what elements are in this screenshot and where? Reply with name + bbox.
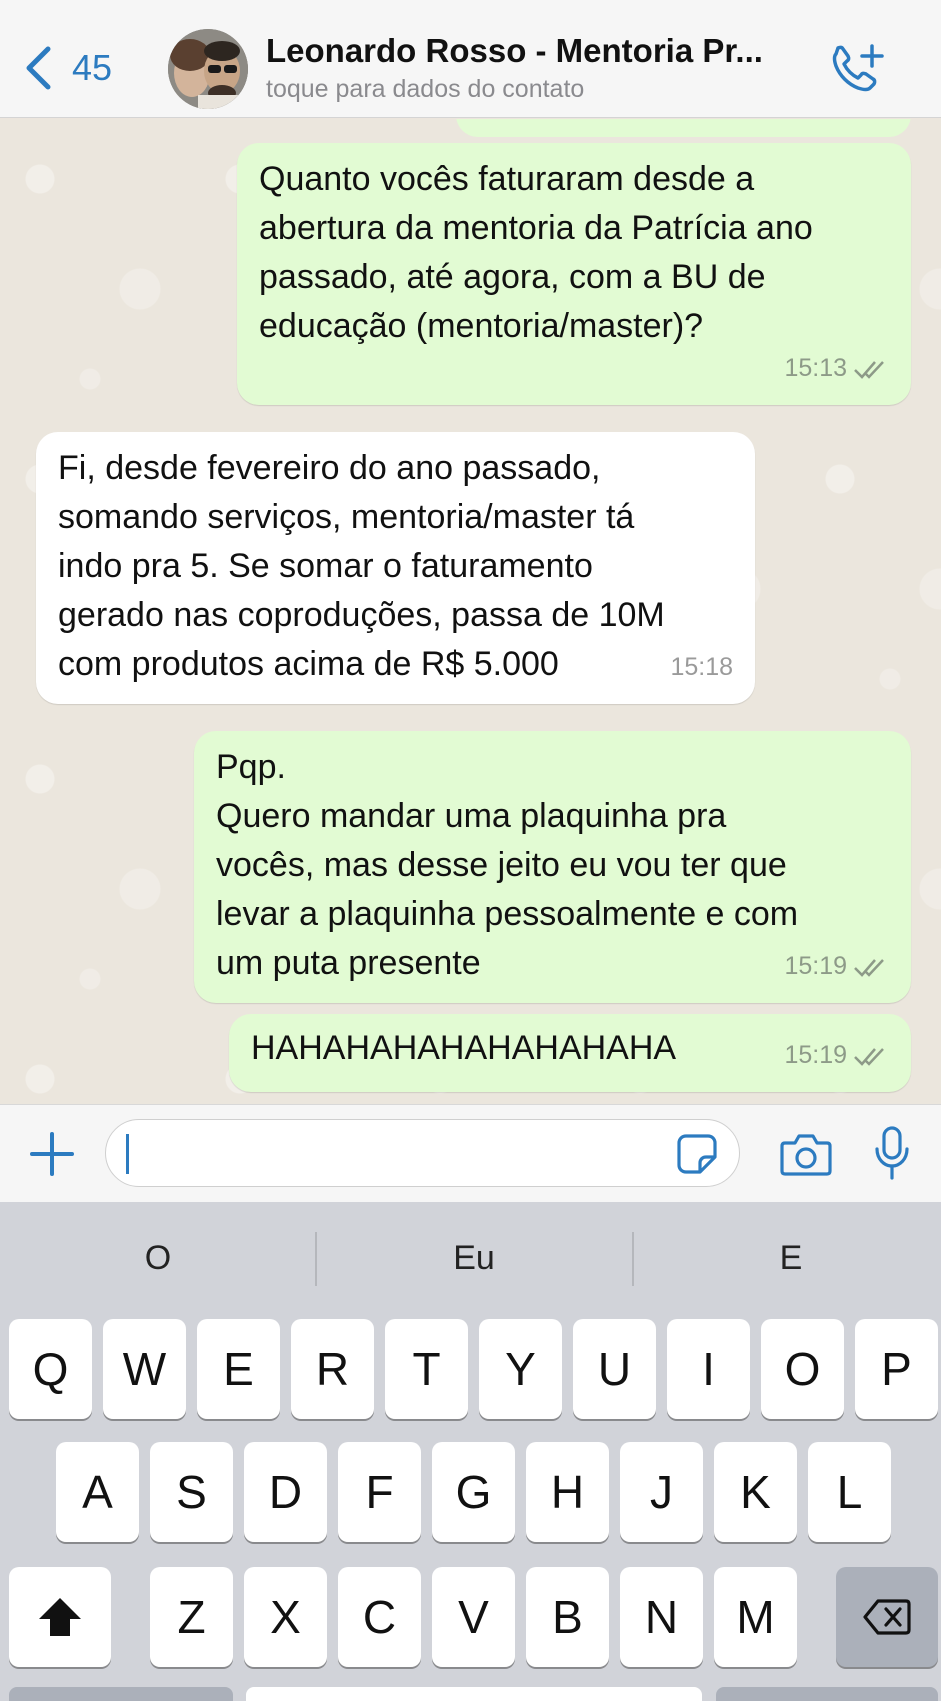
key-v[interactable]: V [432, 1567, 515, 1667]
message-input[interactable] [105, 1119, 740, 1187]
text-cursor [126, 1134, 129, 1174]
shift-key[interactable] [9, 1567, 111, 1667]
message-bubble-incoming[interactable]: Fi, desde fevereiro do ano passado, soma… [36, 432, 755, 704]
suggestion-3[interactable]: E [635, 1230, 941, 1286]
message-meta: 15:18 [670, 643, 733, 692]
key-x[interactable]: X [244, 1567, 327, 1667]
contact-name[interactable]: Leonardo Rosso - Mentoria Pr... [266, 32, 806, 70]
attach-button[interactable] [28, 1130, 76, 1178]
sticker-icon [677, 1134, 717, 1174]
message-bubble-outgoing[interactable]: Pqp. Quero mandar uma plaquinha pra você… [194, 731, 911, 1003]
add-call-button[interactable] [826, 42, 886, 98]
key-h[interactable]: H [526, 1442, 609, 1542]
suggestion-bar: O Eu E [0, 1202, 941, 1314]
space-key-edge[interactable] [246, 1687, 702, 1701]
key-u[interactable]: U [573, 1319, 656, 1419]
contact-photo [168, 29, 248, 109]
message-time: 15:19 [784, 952, 847, 980]
microphone-button[interactable] [872, 1125, 912, 1181]
microphone-icon [875, 1126, 909, 1180]
keyboard: O Eu E Q W E R T Y U I O P A S D F G H J… [0, 1202, 941, 1701]
key-c[interactable]: C [338, 1567, 421, 1667]
key-d[interactable]: D [244, 1442, 327, 1542]
key-p[interactable]: P [855, 1319, 938, 1419]
numbers-key-edge[interactable] [9, 1687, 233, 1701]
camera-icon [780, 1134, 832, 1176]
sticker-button[interactable] [676, 1133, 718, 1175]
previous-message-bubble [456, 119, 911, 137]
avatar[interactable] [168, 29, 248, 109]
key-g[interactable]: G [432, 1442, 515, 1542]
key-a[interactable]: A [56, 1442, 139, 1542]
read-ticks-icon [854, 360, 884, 379]
key-b[interactable]: B [526, 1567, 609, 1667]
message-bubble-outgoing[interactable]: HAHAHAHAHAHAHAHAHA 15:19 [229, 1014, 911, 1092]
message-time: 15:18 [670, 653, 733, 681]
read-ticks-icon [854, 958, 884, 977]
message-meta: 15:19 [784, 942, 889, 991]
suggestion-divider [315, 1232, 317, 1286]
key-s[interactable]: S [150, 1442, 233, 1542]
key-n[interactable]: N [620, 1567, 703, 1667]
key-i[interactable]: I [667, 1319, 750, 1419]
message-text: Quanto vocês faturaram desde a abertura … [259, 160, 813, 345]
suggestion-2[interactable]: Eu [318, 1230, 630, 1286]
key-k[interactable]: K [714, 1442, 797, 1542]
key-l[interactable]: L [808, 1442, 891, 1542]
camera-button[interactable] [780, 1131, 832, 1177]
key-m[interactable]: M [714, 1567, 797, 1667]
unread-count: 45 [72, 47, 113, 88]
composer-bar [0, 1104, 941, 1202]
message-list[interactable]: Quanto vocês faturaram desde a abertura … [0, 119, 941, 1104]
back-button[interactable]: 45 [24, 40, 112, 96]
message-time: 15:13 [784, 354, 847, 382]
message-text: Fi, desde fevereiro do ano passado, soma… [58, 449, 665, 683]
message-meta: 15:19 [784, 1031, 889, 1080]
chat-header: 45 Leonardo Rosso - Mentoria Pr... toque… [0, 0, 941, 118]
key-f[interactable]: F [338, 1442, 421, 1542]
key-y[interactable]: Y [479, 1319, 562, 1419]
key-o[interactable]: O [761, 1319, 844, 1419]
chevron-left-icon [26, 46, 51, 90]
phone-plus-icon [832, 44, 884, 92]
plus-icon [30, 1132, 74, 1176]
return-key-edge[interactable] [716, 1687, 938, 1701]
key-e[interactable]: E [197, 1319, 280, 1419]
shift-icon [39, 1598, 81, 1636]
message-meta: 15:13 [784, 344, 889, 393]
read-ticks-icon [854, 1047, 884, 1066]
key-j[interactable]: J [620, 1442, 703, 1542]
delete-key[interactable] [836, 1567, 938, 1667]
suggestion-1[interactable]: O [2, 1230, 314, 1286]
key-q[interactable]: Q [9, 1319, 92, 1419]
backspace-icon [863, 1599, 911, 1635]
key-r[interactable]: R [291, 1319, 374, 1419]
message-time: 15:19 [784, 1041, 847, 1069]
suggestion-divider [632, 1232, 634, 1286]
contact-subtitle[interactable]: toque para dados do contato [266, 75, 584, 104]
key-w[interactable]: W [103, 1319, 186, 1419]
message-bubble-outgoing[interactable]: Quanto vocês faturaram desde a abertura … [237, 143, 911, 405]
key-t[interactable]: T [385, 1319, 468, 1419]
key-z[interactable]: Z [150, 1567, 233, 1667]
